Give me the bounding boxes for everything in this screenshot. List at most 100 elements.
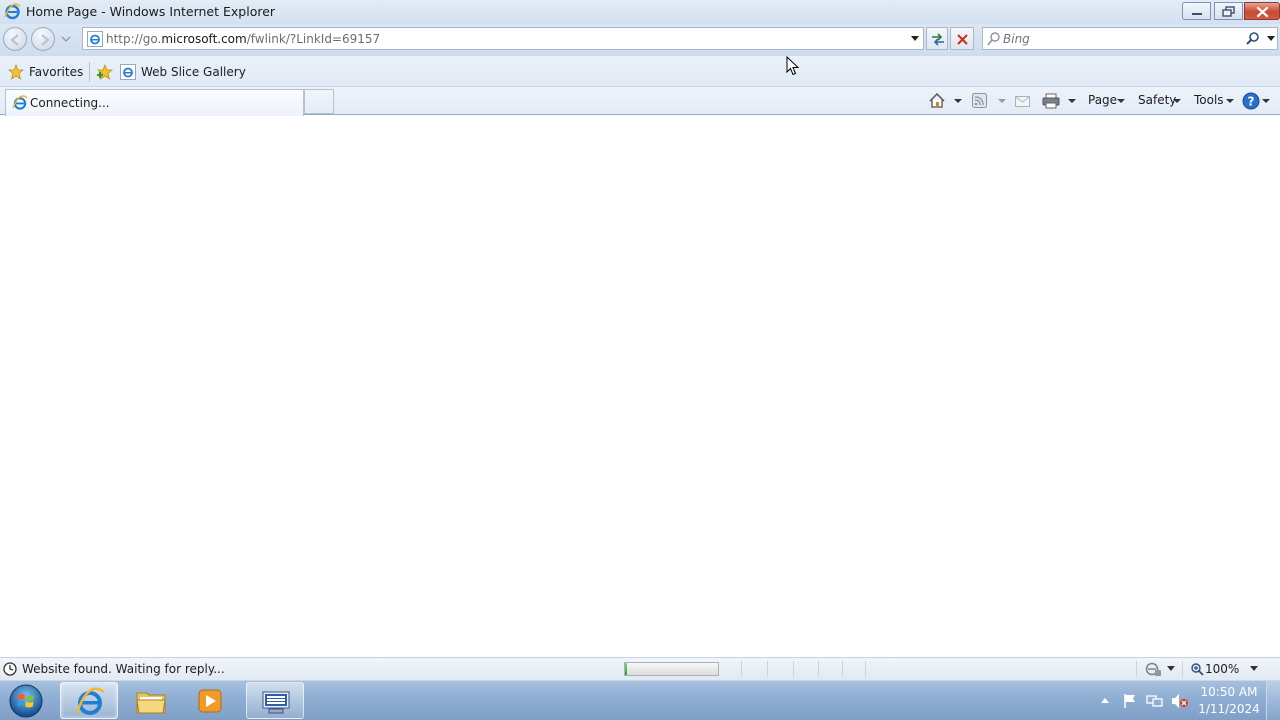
help-dropdown-icon[interactable] [1262, 99, 1270, 103]
taskbar: 10:50 AM 1/11/2024 [0, 680, 1280, 720]
print-dropdown-icon[interactable] [1068, 99, 1076, 103]
search-icon[interactable] [1244, 30, 1262, 48]
forward-button[interactable] [31, 27, 55, 51]
web-slice-gallery-link[interactable]: Web Slice Gallery [120, 60, 246, 84]
svg-text:?: ? [1248, 95, 1255, 109]
favorites-label: Favorites [29, 65, 84, 79]
show-desktop-button[interactable] [1266, 681, 1280, 720]
status-text: Website found. Waiting for reply... [22, 662, 225, 676]
status-bar: Website found. Waiting for reply... 100% [0, 657, 1280, 680]
status-separator [842, 661, 843, 677]
recent-pages-dropdown[interactable] [60, 34, 72, 44]
home-button[interactable] [926, 91, 966, 111]
address-dropdown-button[interactable] [909, 34, 921, 44]
forward-arrow-icon [41, 34, 50, 46]
favorites-bar: Favorites Web Slice Gallery [0, 56, 1280, 87]
safety-dropdown-icon [1173, 99, 1181, 103]
minimize-icon [1192, 13, 1202, 15]
title-bar: Home Page - Windows Internet Explorer [0, 0, 1280, 24]
print-button[interactable] [1040, 91, 1080, 111]
taskbar-clock[interactable]: 10:50 AM 1/11/2024 [1194, 684, 1264, 718]
taskbar-windows-explorer[interactable] [122, 682, 180, 719]
search-input[interactable] [1003, 30, 1243, 47]
back-arrow-icon [10, 34, 19, 46]
zoom-control[interactable]: 100% [1188, 660, 1276, 678]
clock-date: 1/11/2024 [1198, 702, 1260, 716]
clock-time: 10:50 AM [1200, 685, 1258, 699]
add-to-favorites-bar-icon[interactable] [96, 64, 114, 80]
rss-feed-icon [972, 93, 987, 108]
mouse-cursor-icon [786, 56, 800, 76]
status-separator [818, 661, 819, 677]
show-hidden-icons-button[interactable] [1100, 696, 1110, 704]
protected-mode-dropdown[interactable] [1166, 665, 1176, 673]
protected-mode-icon[interactable] [1144, 661, 1162, 677]
favorites-divider [89, 62, 90, 82]
stop-icon [957, 34, 968, 45]
volume-muted-icon[interactable] [1171, 693, 1189, 709]
status-separator [1182, 661, 1183, 677]
restore-button[interactable] [1214, 2, 1243, 20]
remote-desktop-icon [262, 691, 290, 714]
minimize-button[interactable] [1182, 2, 1211, 20]
mail-icon [1015, 96, 1030, 107]
web-slice-gallery-label: Web Slice Gallery [141, 65, 246, 79]
loading-clock-icon [3, 662, 17, 676]
taskbar-remote-desktop[interactable] [246, 682, 304, 719]
action-center-flag-icon[interactable] [1122, 693, 1138, 709]
refresh-button[interactable] [926, 27, 948, 50]
page-ie-icon [87, 31, 103, 47]
internet-explorer-icon [75, 687, 105, 715]
search-box[interactable] [982, 27, 1278, 50]
favorites-star-icon [8, 64, 24, 80]
media-player-icon [198, 689, 222, 713]
favorites-button[interactable]: Favorites [4, 60, 84, 84]
search-options-dropdown[interactable] [1265, 34, 1277, 44]
taskbar-windows-media-player[interactable] [182, 682, 240, 719]
tools-menu-label: Tools [1194, 93, 1224, 107]
restore-icon [1222, 6, 1235, 17]
status-separator [741, 661, 742, 677]
web-slice-ie-icon [120, 64, 136, 80]
tab-connecting[interactable]: Connecting... [5, 89, 304, 116]
help-icon: ? [1242, 92, 1260, 110]
home-dropdown-icon[interactable] [954, 99, 962, 103]
windows-orb-icon [9, 684, 43, 718]
network-icon[interactable] [1146, 693, 1164, 709]
close-icon [1256, 6, 1269, 18]
address-url[interactable]: http://go.microsoft.com/fwlink/?LinkId=6… [106, 32, 380, 46]
tab-ie-icon [12, 95, 28, 110]
start-button[interactable] [6, 682, 46, 720]
close-window-button[interactable] [1244, 2, 1280, 20]
status-separator [865, 661, 866, 677]
tools-menu[interactable]: Tools [1192, 91, 1238, 111]
status-separator [1136, 661, 1137, 677]
status-separator [793, 661, 794, 677]
safety-menu[interactable]: Safety [1136, 91, 1186, 111]
address-bar[interactable]: http://go.microsoft.com/fwlink/?LinkId=6… [82, 27, 924, 50]
status-separator [767, 661, 768, 677]
zoom-level-label: 100% [1205, 662, 1240, 676]
new-tab-button[interactable] [304, 89, 334, 114]
zoom-dropdown-icon[interactable] [1249, 665, 1259, 673]
internet-explorer-icon [4, 3, 21, 20]
tab-label: Connecting... [30, 96, 110, 110]
feeds-dropdown-icon[interactable] [998, 99, 1006, 103]
help-button[interactable]: ? [1240, 91, 1272, 111]
taskbar-internet-explorer[interactable] [60, 682, 118, 719]
page-menu-label: Page [1088, 93, 1118, 107]
page-menu[interactable]: Page [1086, 91, 1130, 111]
feeds-button[interactable] [970, 91, 1010, 111]
window-title: Home Page - Windows Internet Explorer [26, 4, 276, 19]
back-button[interactable] [3, 27, 27, 51]
navigation-bar: http://go.microsoft.com/fwlink/?LinkId=6… [0, 24, 1280, 56]
tab-row: Connecting... Page Safety Tools ? [0, 87, 1280, 116]
home-icon [929, 92, 945, 108]
page-content[interactable] [0, 116, 1280, 657]
safety-menu-label: Safety [1138, 93, 1177, 107]
search-provider-icon [987, 32, 1000, 46]
tools-dropdown-icon [1226, 99, 1234, 103]
folder-icon [136, 692, 166, 714]
stop-button[interactable] [950, 27, 974, 50]
read-mail-button[interactable] [1012, 91, 1034, 111]
